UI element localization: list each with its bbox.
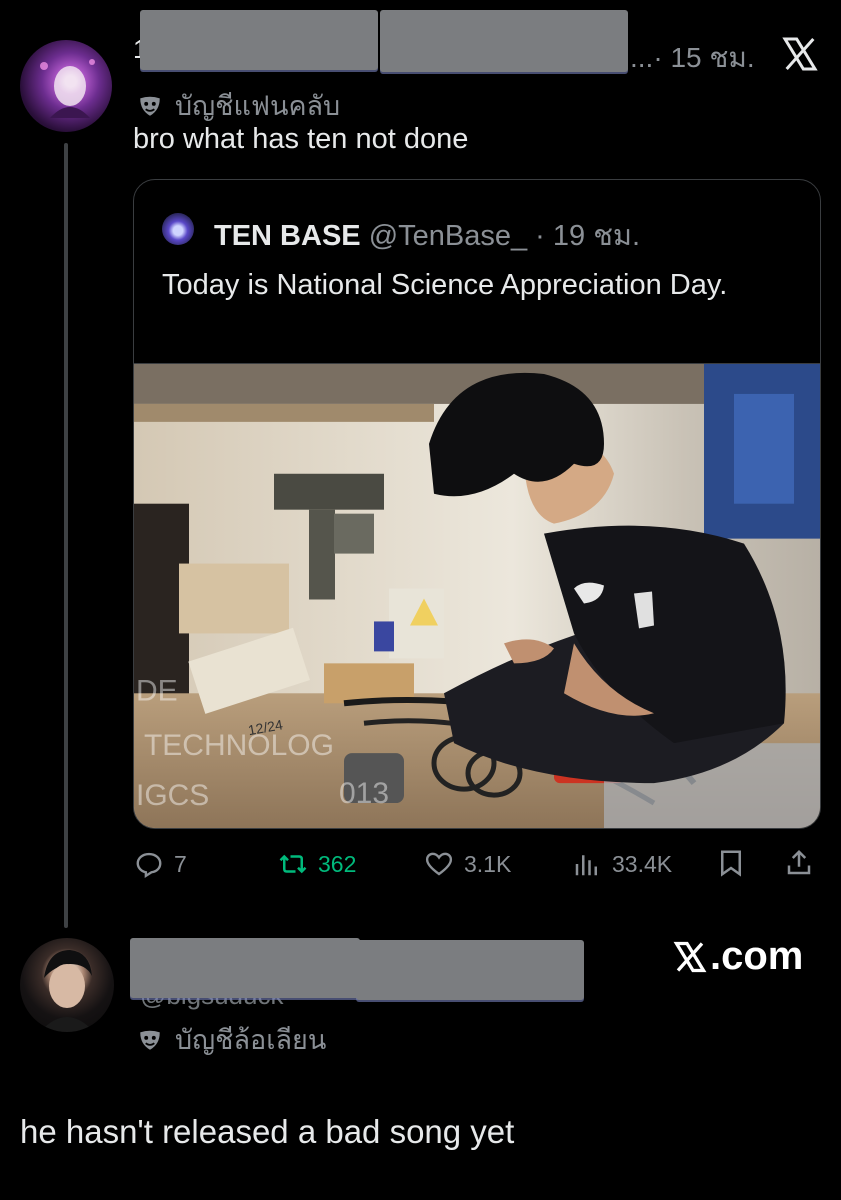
views-button[interactable]: 33.4K bbox=[572, 849, 672, 879]
views-icon bbox=[575, 855, 597, 876]
quoted-post-card[interactable]: TEN BASE @TenBase_ · 19 ชม. Today is Nat… bbox=[133, 179, 821, 829]
reply-button[interactable]: 7 bbox=[134, 849, 187, 879]
reply-icon bbox=[136, 852, 162, 879]
quoted-author-avatar[interactable] bbox=[162, 213, 194, 245]
reply-count: 7 bbox=[174, 850, 187, 877]
like-count: 3.1K bbox=[464, 850, 512, 877]
avatar-image bbox=[40, 950, 94, 1032]
quoted-author-handle[interactable]: @TenBase_ · 19 ชม. bbox=[369, 220, 640, 252]
post-timestamp[interactable]: ...· 15 ชม. bbox=[630, 36, 755, 80]
photo-overlay-text: 013 bbox=[339, 777, 389, 810]
x-logo-icon bbox=[673, 941, 707, 972]
x-com-watermark: .com bbox=[672, 934, 803, 979]
redaction-box bbox=[380, 10, 628, 72]
photo-overlay-text: TECHNOLOG bbox=[144, 729, 334, 762]
quoted-author-name[interactable]: TEN BASE bbox=[214, 220, 361, 252]
quoted-post-photo[interactable]: DE TECHNOLOG IGCS 013 12/24 bbox=[134, 363, 821, 829]
mask-icon bbox=[140, 96, 160, 116]
quoted-post-header: TEN BASE @TenBase_ · 19 ชม. bbox=[214, 212, 640, 258]
photo-overlay-text: DE bbox=[136, 674, 178, 707]
thread-line bbox=[64, 143, 68, 928]
bookmark-button[interactable] bbox=[716, 848, 746, 878]
share-icon bbox=[787, 849, 811, 875]
like-button[interactable]: 3.1K bbox=[424, 849, 511, 879]
account-label: บัญชีแฟนคลับ bbox=[137, 84, 340, 127]
avatar[interactable] bbox=[20, 40, 112, 132]
reply-text: he hasn't released a bad song yet bbox=[20, 1113, 515, 1150]
views-count: 33.4K bbox=[612, 850, 673, 877]
account-label: บัญชีล้อเลียน bbox=[137, 1018, 326, 1061]
post-text: bro what has ten not done bbox=[133, 123, 469, 155]
repost-count: 362 bbox=[318, 850, 357, 877]
redaction-box bbox=[140, 10, 378, 70]
repost-button[interactable]: 362 bbox=[278, 849, 356, 879]
watermark-text: .com bbox=[710, 934, 804, 978]
account-label-text: บัญชีล้อเลียน bbox=[175, 1025, 327, 1055]
avatar[interactable] bbox=[20, 938, 114, 1032]
avatar-image bbox=[40, 59, 95, 118]
photo-overlay-text: IGCS bbox=[136, 779, 209, 812]
redaction-box bbox=[130, 938, 360, 998]
repost-icon bbox=[279, 854, 307, 874]
like-icon bbox=[425, 852, 453, 876]
x-logo-icon[interactable] bbox=[780, 34, 820, 74]
quoted-post-text: Today is National Science Appreciation D… bbox=[162, 269, 728, 301]
share-button[interactable] bbox=[784, 848, 814, 878]
account-label-text: บัญชีแฟนคลับ bbox=[175, 91, 341, 121]
mask-icon bbox=[140, 1030, 160, 1050]
redaction-box bbox=[356, 940, 584, 1000]
bookmark-icon bbox=[721, 850, 741, 877]
